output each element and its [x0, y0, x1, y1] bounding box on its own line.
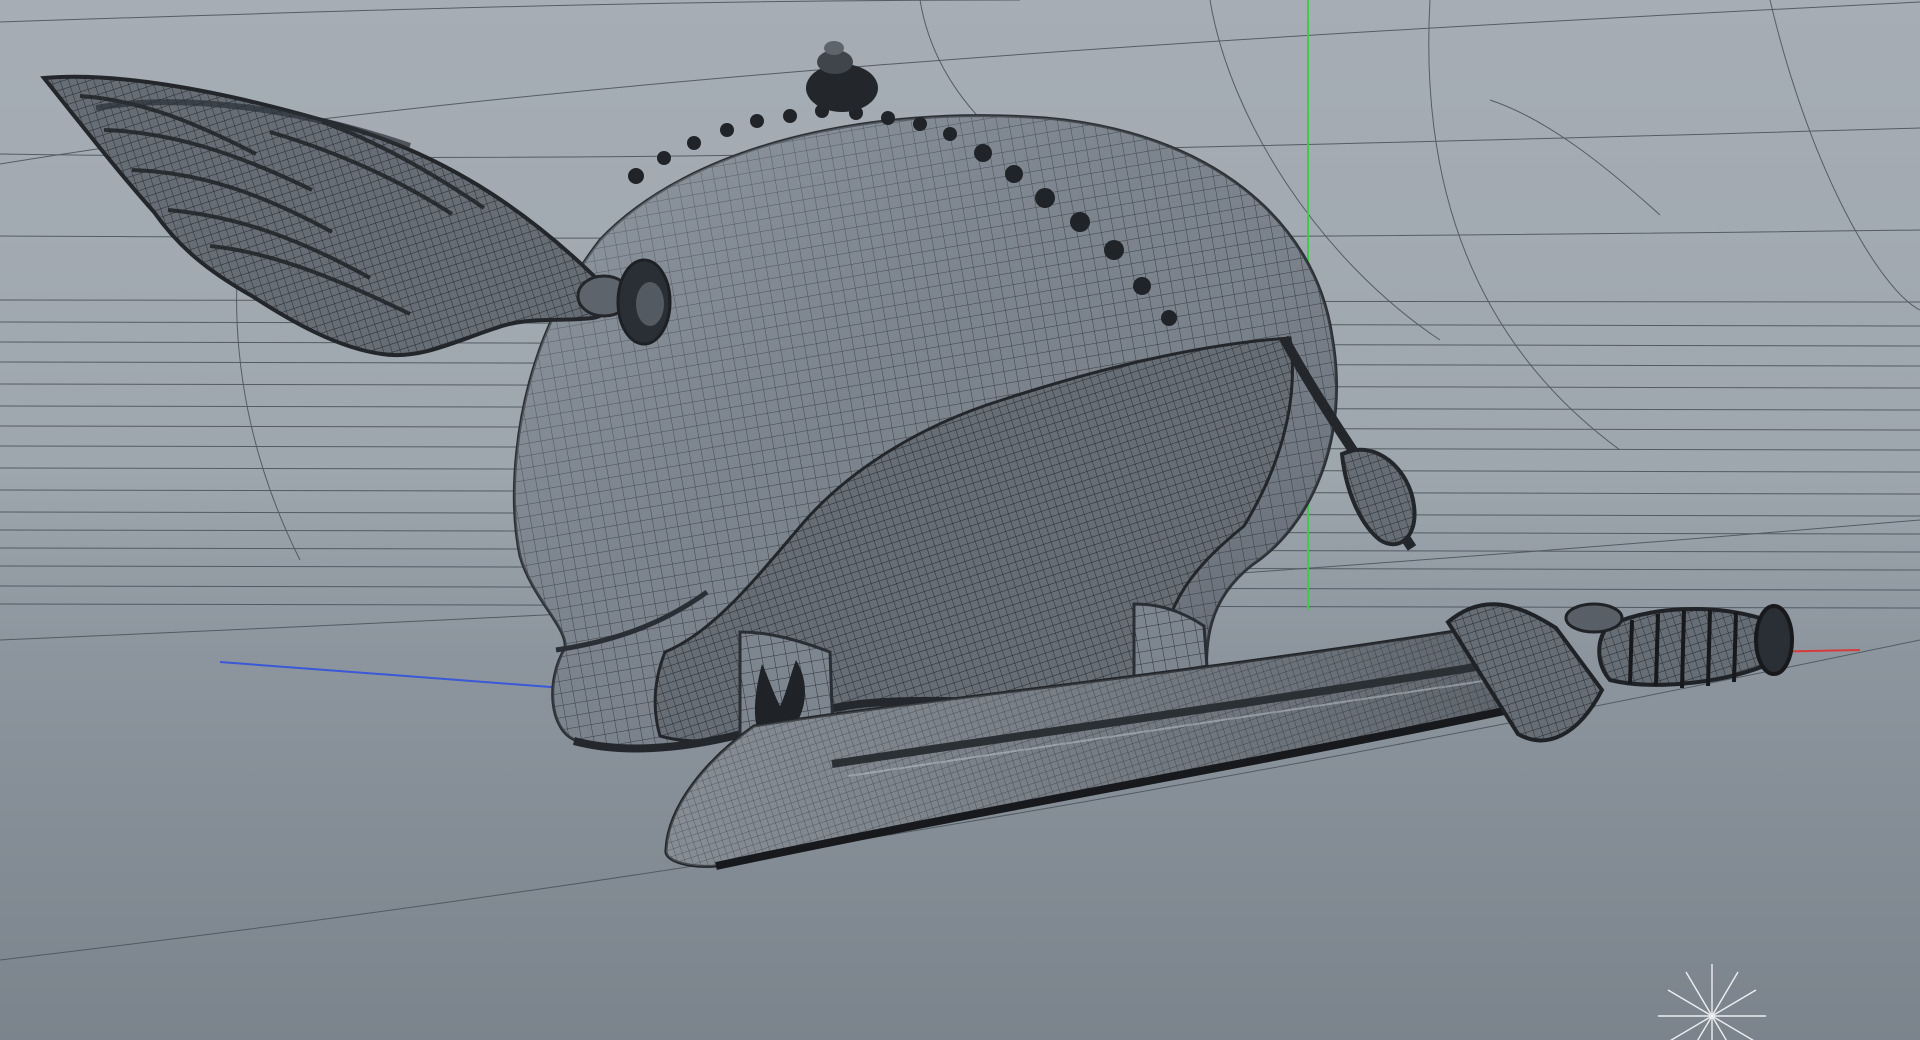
helmet-crest-knob: [806, 41, 878, 112]
wing-mount-disc-inner: [636, 282, 664, 326]
winged-helmet[interactable]: [40, 41, 1417, 762]
scene-canvas[interactable]: [0, 0, 1920, 1040]
sword-rivet: [1564, 602, 1624, 634]
3d-viewport[interactable]: [0, 0, 1920, 1040]
sword-pommel: [1754, 604, 1794, 676]
sword-grip: [1597, 607, 1777, 687]
starburst-icon: [1658, 964, 1766, 1040]
wing-left[interactable]: [40, 74, 672, 357]
